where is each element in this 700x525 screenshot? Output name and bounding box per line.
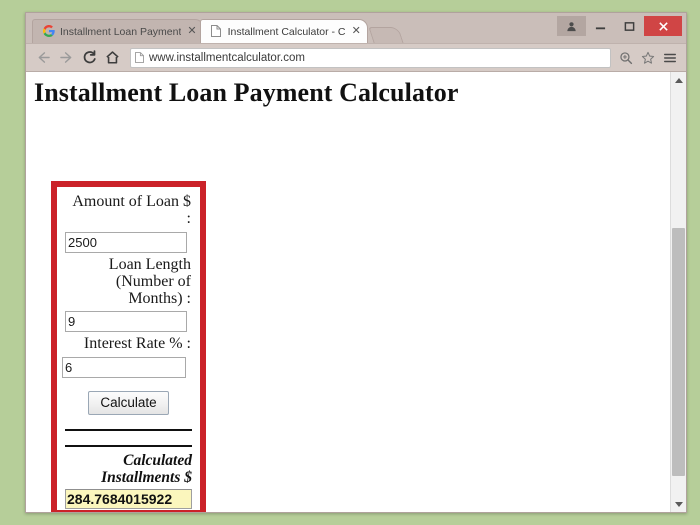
scrollbar-thumb[interactable]: [672, 228, 685, 476]
loan-length-label: Loan Length (Number of Months) :: [108, 255, 191, 308]
window-controls: [557, 15, 682, 37]
calculate-button[interactable]: Calculate: [88, 390, 169, 415]
toolbar-right-icons: [616, 48, 680, 68]
new-tab-button[interactable]: [368, 27, 404, 43]
page-viewport: Installment Loan Payment Calculator Amou…: [26, 71, 686, 512]
address-bar[interactable]: www.installmentcalculator.com: [130, 47, 611, 68]
result-value: 284.7684015922: [65, 488, 192, 509]
result-label: Calculated Installments $: [101, 451, 192, 486]
tab-installment-loan-payment[interactable]: Installment Loan Payment ✕: [32, 19, 204, 43]
google-g-icon: [43, 25, 55, 38]
close-window-button[interactable]: [644, 16, 682, 36]
address-bar-url: www.installmentcalculator.com: [149, 51, 305, 64]
home-icon[interactable]: [101, 47, 123, 69]
tab-close-icon[interactable]: ✕: [352, 26, 361, 37]
calculate-button-row: Calculate: [65, 390, 192, 415]
loan-amount-label: Amount of Loan $ :: [72, 193, 191, 228]
page-icon: [135, 52, 144, 63]
scroll-up-icon[interactable]: [671, 72, 686, 88]
forward-arrow-icon[interactable]: [55, 47, 77, 69]
user-profile-icon[interactable]: [557, 16, 586, 36]
menu-icon[interactable]: [660, 48, 680, 68]
tab-strip: Installment Loan Payment ✕ Installment C…: [32, 17, 404, 43]
page-title: Installment Loan Payment Calculator: [34, 78, 459, 107]
zoom-icon[interactable]: [616, 48, 636, 68]
minimize-button[interactable]: [586, 16, 615, 36]
maximize-button[interactable]: [615, 16, 644, 36]
back-arrow-icon[interactable]: [32, 47, 54, 69]
interest-rate-label: Interest Rate % :: [83, 335, 191, 353]
reload-icon[interactable]: [78, 47, 100, 69]
tab-title: Installment Calculator - Ca: [227, 25, 346, 38]
page-content: Installment Loan Payment Calculator Amou…: [26, 72, 670, 512]
calculator-form: Amount of Loan $ : Loan Length (Number o…: [51, 181, 206, 512]
loan-length-input[interactable]: [65, 311, 187, 333]
divider-bottom: [65, 444, 192, 447]
loan-amount-input[interactable]: [65, 231, 187, 253]
divider-top: [65, 428, 192, 431]
browser-toolbar: www.installmentcalculator.com: [26, 43, 686, 71]
bookmark-star-icon[interactable]: [638, 48, 658, 68]
tab-installment-calculator[interactable]: Installment Calculator - Ca ✕: [199, 19, 368, 43]
page-icon: [210, 25, 223, 38]
interest-rate-input[interactable]: [62, 356, 186, 378]
tab-title: Installment Loan Payment: [60, 25, 182, 38]
tab-close-icon[interactable]: ✕: [187, 26, 196, 37]
browser-window: Installment Loan Payment ✕ Installment C…: [25, 12, 687, 513]
vertical-scrollbar[interactable]: [670, 72, 686, 512]
scroll-down-icon[interactable]: [671, 496, 686, 512]
title-bar: Installment Loan Payment ✕ Installment C…: [26, 13, 686, 43]
